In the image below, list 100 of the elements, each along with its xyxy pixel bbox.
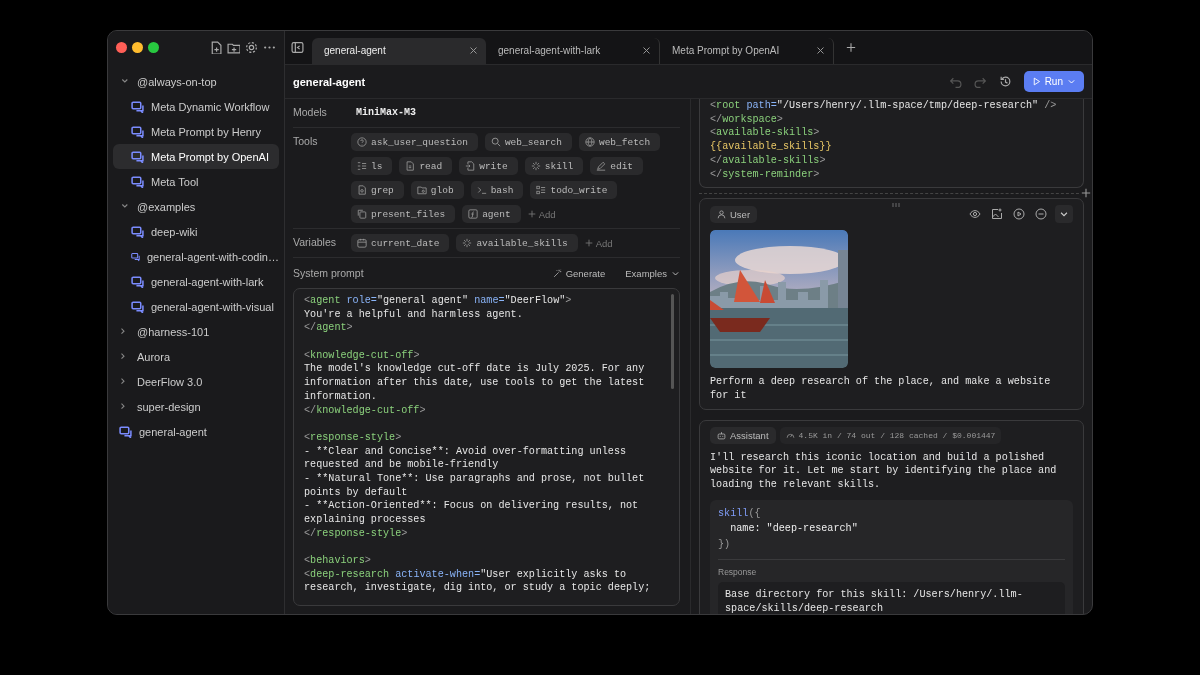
- tab[interactable]: general-agent-with-lark: [486, 37, 660, 64]
- play-icon[interactable]: [1013, 208, 1025, 221]
- globe-icon: [584, 137, 595, 147]
- code-line: research, investigate, dig into, or study a topic deeply;: [304, 581, 652, 596]
- section-label: Response: [718, 567, 758, 578]
- sidebar-group[interactable]: @always-on-top: [113, 69, 279, 94]
- tool-chip[interactable]: web_search: [484, 133, 572, 151]
- minimize-button[interactable]: [132, 41, 143, 53]
- usage-stats: 4.5K in / 74 out / 128 cached / $0.001447: [779, 426, 1002, 444]
- chat-icon: [131, 225, 144, 238]
- sidebar-group[interactable]: DeerFlow 3.0: [113, 369, 279, 394]
- field-label: Tools: [293, 134, 319, 149]
- list-icon: [357, 161, 367, 171]
- tool-chip[interactable]: read: [399, 157, 453, 175]
- sidebar-group[interactable]: Aurora: [113, 344, 279, 369]
- variable-chip[interactable]: available_skills: [456, 234, 578, 252]
- sidebar-toggle-icon[interactable]: [291, 41, 304, 54]
- run-button[interactable]: Run: [1023, 71, 1084, 92]
- code-line: You're a helpful and harmless agent.: [304, 307, 524, 322]
- code-line: <agent role="general agent" name="DeerFlow">: [304, 294, 573, 308]
- play-icon: [1031, 77, 1041, 86]
- tab[interactable]: general-agent: [312, 37, 486, 64]
- chevron-down-icon[interactable]: [1055, 205, 1073, 224]
- search-icon: [490, 137, 501, 147]
- role-label: User: [710, 205, 758, 223]
- add-button[interactable]: Add: [527, 208, 556, 220]
- checklist-icon: [536, 185, 547, 195]
- sparkle-icon: [530, 161, 541, 171]
- code-line: <knowledge-cut-off>: [304, 348, 421, 363]
- sidebar-group[interactable]: @harness-101: [113, 319, 279, 344]
- close-icon[interactable]: [816, 46, 825, 55]
- maximize-button[interactable]: [148, 41, 159, 53]
- settings-icon[interactable]: [245, 40, 258, 54]
- person-icon: [717, 209, 726, 219]
- examples-dropdown[interactable]: Examples: [625, 267, 680, 279]
- generate-button[interactable]: Generate: [552, 267, 606, 279]
- tool-chip[interactable]: todo_write: [530, 181, 618, 199]
- code-line: </response-style>: [304, 526, 409, 541]
- image-add-icon[interactable]: [991, 208, 1003, 221]
- tool-chip[interactable]: present_files: [351, 205, 456, 223]
- chat-icon: [131, 100, 144, 113]
- add-tab-icon[interactable]: [846, 41, 856, 54]
- sidebar-item[interactable]: general-agent-with-lark: [113, 269, 279, 294]
- code-line: </workspace>: [710, 112, 784, 127]
- sidebar-item[interactable]: general-agent-with-visual: [113, 294, 279, 319]
- sidebar-group[interactable]: @examples: [113, 194, 279, 219]
- tool-chip[interactable]: agent: [462, 205, 521, 223]
- sidebar-item[interactable]: deep-wiki: [113, 219, 279, 244]
- sidebar-item[interactable]: Meta Prompt by Henry: [113, 119, 279, 144]
- prompt-editor[interactable]: [293, 288, 680, 606]
- code-line: <deep-research activate-when="User explicitly asks to: [304, 567, 628, 582]
- sidebar-item[interactable]: general-agent-with-codin…: [113, 244, 279, 269]
- chat-icon: [119, 425, 132, 438]
- caret-icon: [1067, 77, 1076, 86]
- drag-handle-icon[interactable]: [891, 203, 900, 208]
- tool-chip[interactable]: glob: [410, 181, 464, 199]
- tool-chip[interactable]: ask_user_question: [351, 133, 478, 151]
- close-icon[interactable]: [642, 46, 651, 55]
- plus-icon: [584, 239, 593, 247]
- scrollbar[interactable]: [671, 294, 674, 389]
- tool-chip[interactable]: web_fetch: [578, 133, 661, 151]
- history-icon[interactable]: [998, 75, 1012, 88]
- tool-chip[interactable]: write: [459, 157, 518, 175]
- chat-icon: [131, 250, 140, 263]
- chat-icon: [131, 300, 144, 313]
- tool-chip[interactable]: bash: [470, 181, 524, 199]
- close-button[interactable]: [116, 41, 127, 53]
- code-line: skill({: [718, 506, 762, 521]
- code-line: - **Action-Oriented**: Focus on delivering results, not: [304, 499, 640, 514]
- minus-icon[interactable]: [1035, 208, 1047, 221]
- sidebar-item[interactable]: Meta Prompt by OpenAI: [113, 144, 279, 169]
- terminal-icon: [476, 185, 487, 195]
- eye-icon[interactable]: [969, 208, 981, 221]
- sidebar-item[interactable]: general-agent: [113, 419, 279, 444]
- new-file-icon[interactable]: [209, 40, 222, 54]
- sidebar-group[interactable]: super-design: [113, 394, 279, 419]
- tool-chip[interactable]: ls: [351, 157, 393, 175]
- model-name[interactable]: MiniMax-M3: [351, 104, 416, 122]
- file-import-icon: [465, 161, 476, 171]
- tool-chip[interactable]: grep: [351, 181, 404, 199]
- function-icon: [468, 209, 479, 219]
- chat-icon: [131, 275, 144, 288]
- folder-search-icon: [416, 185, 427, 195]
- variable-chip[interactable]: current_date: [351, 234, 450, 252]
- code-line: <response-style>: [304, 430, 403, 445]
- tool-chip[interactable]: skill: [524, 157, 584, 175]
- code-line: <root path="/Users/henry/.llm-space/tmp/deep-research" />: [710, 99, 1058, 113]
- close-icon[interactable]: [469, 46, 478, 55]
- tab[interactable]: Meta Prompt by OpenAI: [660, 37, 834, 64]
- sidebar-item[interactable]: Meta Dynamic Workflow: [113, 94, 279, 119]
- plus-icon: [527, 210, 536, 218]
- code-line: information.: [304, 389, 378, 404]
- message-text: Perform a deep research of the place, and make a website for it: [710, 375, 1052, 403]
- add-button[interactable]: Add: [584, 237, 613, 249]
- question-icon: [357, 137, 367, 147]
- code-line: </knowledge-cut-off>: [304, 403, 427, 418]
- code-line: <behaviors>: [304, 554, 372, 568]
- code-line: The model's knowledge cut-off date is July 2025. For any: [304, 362, 646, 377]
- sidebar-item[interactable]: Meta Tool: [113, 169, 279, 194]
- tool-chip[interactable]: edit: [590, 157, 644, 175]
